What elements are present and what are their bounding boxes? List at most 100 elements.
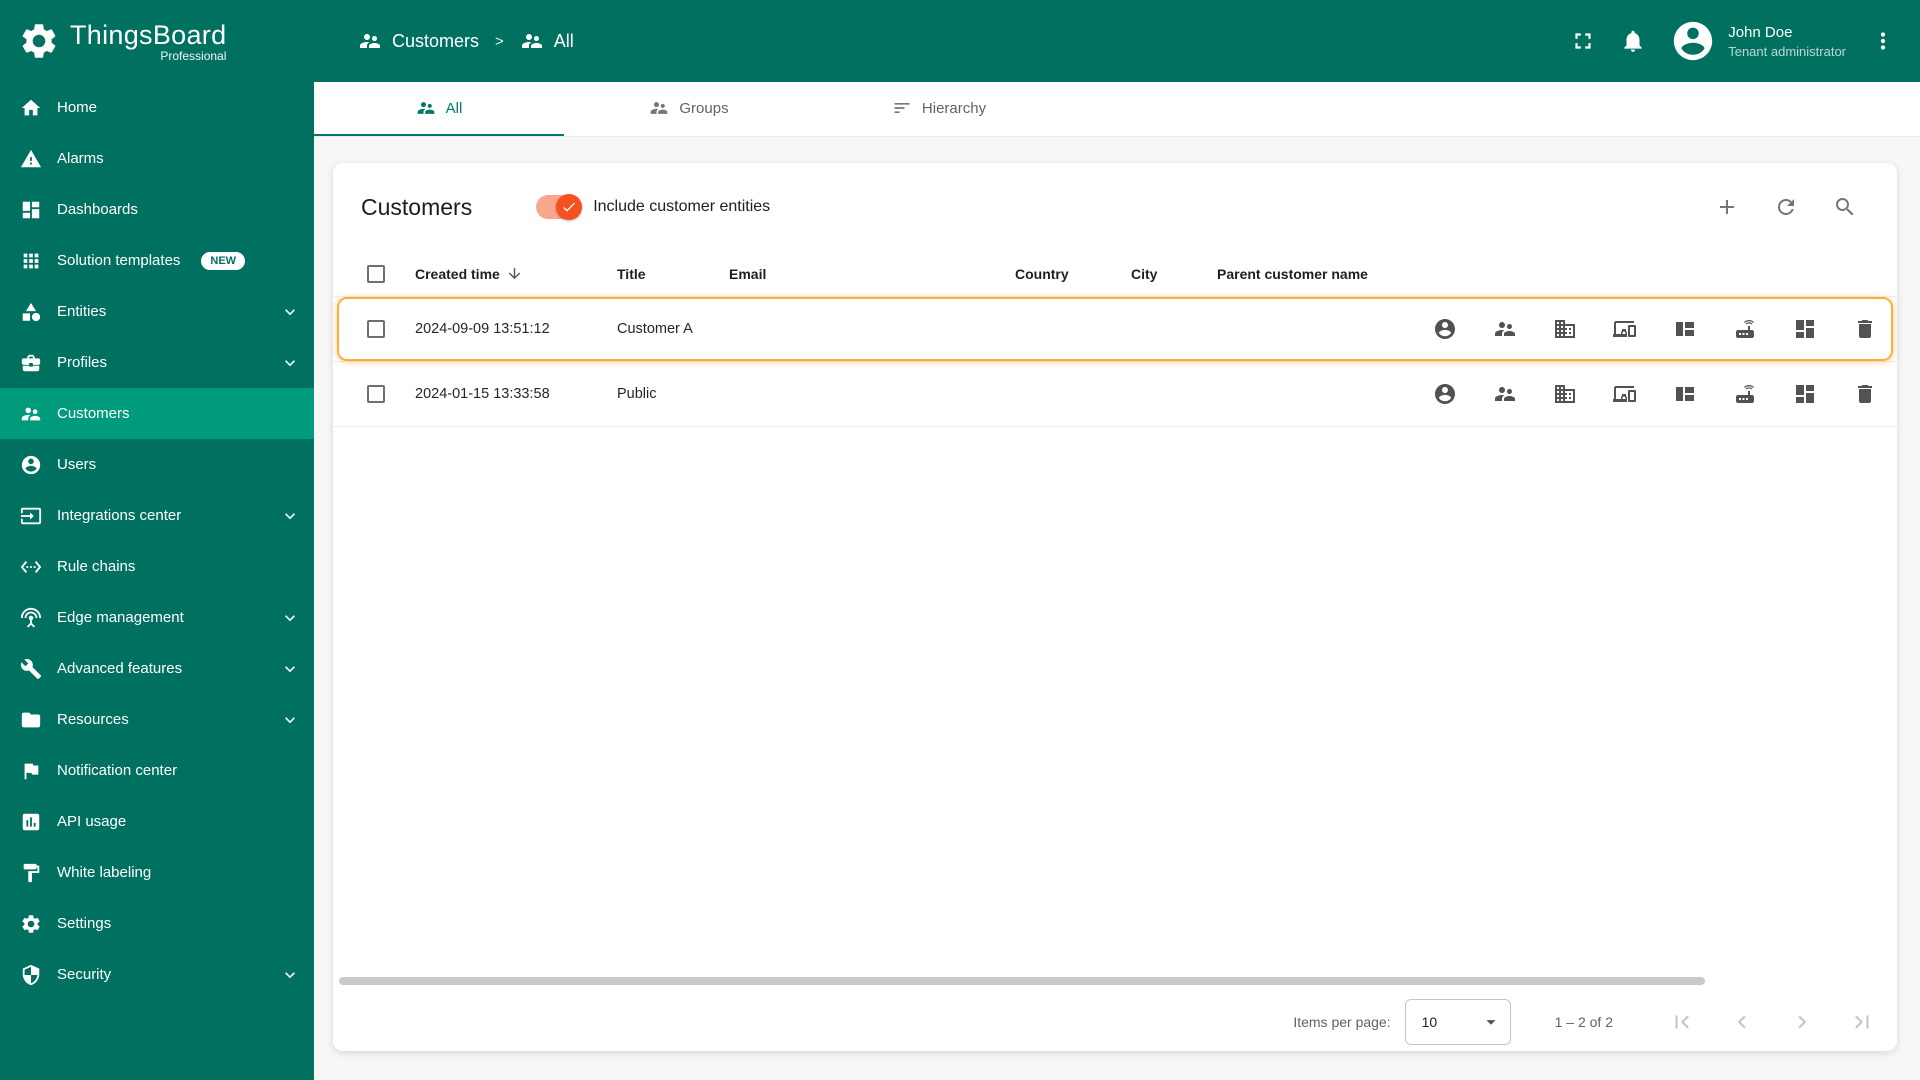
table-row[interactable]: 2024-01-15 13:33:58 Public xyxy=(337,362,1893,426)
manage-customers-icon xyxy=(1495,322,1515,336)
tab-all[interactable]: All xyxy=(314,82,564,136)
sidebar-item-settings[interactable]: Settings xyxy=(0,898,314,949)
tab-label: Hierarchy xyxy=(921,99,987,117)
manage-assets-button[interactable] xyxy=(1553,317,1577,341)
sidebar-item-label: White labeling xyxy=(57,864,152,881)
row-checkbox[interactable] xyxy=(367,385,385,403)
manage-assets-icon xyxy=(1555,320,1575,338)
sidebar-item-api-usage[interactable]: API usage xyxy=(0,796,314,847)
sidebar-item-home[interactable]: Home xyxy=(0,82,314,133)
sidebar-item-users[interactable]: Users xyxy=(0,439,314,490)
previous-page-button[interactable] xyxy=(1729,1009,1755,1035)
add-icon xyxy=(1720,200,1734,214)
cell-created-time: 2024-09-09 13:51:12 xyxy=(415,321,550,337)
sidebar-item-resources[interactable]: Resources xyxy=(0,694,314,745)
manage-edges-icon xyxy=(1736,385,1754,403)
manage-users-button[interactable] xyxy=(1433,317,1457,341)
sidebar-item-label: Customers xyxy=(57,405,130,422)
chevron-down-icon xyxy=(285,512,295,519)
manage-assets-button[interactable] xyxy=(1553,382,1577,406)
manage-dashboards-icon xyxy=(1796,385,1814,403)
manage-users-button[interactable] xyxy=(1433,382,1457,406)
sidebar-item-entities[interactable]: Entities xyxy=(0,286,314,337)
fullscreen-button[interactable] xyxy=(1570,28,1596,54)
horizontal-scrollbar xyxy=(339,977,1891,985)
notifications-button[interactable] xyxy=(1620,28,1646,54)
page-content: Customers Include customer entities Crea… xyxy=(314,137,1920,1080)
first-page-button[interactable] xyxy=(1669,1009,1695,1035)
tab-label: Groups xyxy=(679,99,729,117)
customers-table-card: Customers Include customer entities Crea… xyxy=(333,163,1897,1051)
manage-customers-button[interactable] xyxy=(1493,317,1517,341)
sidebar-item-edge-management[interactable]: Edge management xyxy=(0,592,314,643)
column-header-country[interactable]: Country xyxy=(1003,266,1119,282)
manage-edges-button[interactable] xyxy=(1733,317,1757,341)
profiles-icon xyxy=(21,354,41,371)
column-header-email[interactable]: Email xyxy=(717,266,1003,282)
manage-dashboards-button[interactable] xyxy=(1793,382,1817,406)
column-header-parent-customer-name[interactable]: Parent customer name xyxy=(1205,266,1421,282)
manage-entity-views-button[interactable] xyxy=(1673,382,1697,406)
topbar: Customers > All John Doe Tenant administ… xyxy=(314,0,1920,82)
sidebar-item-alarms[interactable]: Alarms xyxy=(0,133,314,184)
solution-templates-icon xyxy=(23,253,39,268)
sidebar-item-white-labeling[interactable]: White labeling xyxy=(0,847,314,898)
sidebar-item-label: Rule chains xyxy=(57,558,136,575)
sidebar-item-integrations-center[interactable]: Integrations center xyxy=(0,490,314,541)
delete-button[interactable] xyxy=(1853,382,1877,406)
user-name: John Doe xyxy=(1728,23,1793,41)
customers-icon xyxy=(21,407,41,420)
fullscreen-icon xyxy=(1575,33,1591,49)
sidebar: ThingsBoard Professional Home Alarms Das… xyxy=(0,0,314,1080)
refresh-button[interactable] xyxy=(1774,195,1798,219)
brand-name: ThingsBoard xyxy=(70,19,227,50)
delete-button[interactable] xyxy=(1853,317,1877,341)
group-icon xyxy=(417,102,434,114)
resources-icon xyxy=(21,712,41,727)
items-per-page-select[interactable]: 10 xyxy=(1404,999,1511,1045)
manage-dashboards-button[interactable] xyxy=(1793,317,1817,341)
more-menu-button[interactable] xyxy=(1870,28,1896,54)
sidebar-item-label: Advanced features xyxy=(57,660,183,677)
refresh-icon xyxy=(1778,199,1794,215)
sidebar-item-rule-chains[interactable]: Rule chains xyxy=(0,541,314,592)
sidebar-item-label: Security xyxy=(57,966,112,983)
breadcrumb-all[interactable]: All xyxy=(520,29,574,53)
tab-hierarchy[interactable]: Hierarchy xyxy=(814,82,1064,136)
chevron-down-icon xyxy=(285,665,295,672)
manage-devices-button[interactable] xyxy=(1613,382,1637,406)
sort-desc-icon xyxy=(508,267,520,280)
table-row[interactable]: 2024-09-09 13:51:12 Customer A xyxy=(337,297,1893,361)
column-header-city[interactable]: City xyxy=(1119,266,1205,282)
search-button[interactable] xyxy=(1833,195,1857,219)
column-header-created-time[interactable]: Created time xyxy=(403,265,605,282)
users-icon xyxy=(21,455,41,474)
column-header-title[interactable]: Title xyxy=(605,266,717,282)
manage-entity-views-button[interactable] xyxy=(1673,317,1697,341)
manage-edges-button[interactable] xyxy=(1733,382,1757,406)
sidebar-item-solution-templates[interactable]: Solution templates NEW xyxy=(0,235,314,286)
next-page-button[interactable] xyxy=(1789,1009,1815,1035)
sidebar-item-dashboards[interactable]: Dashboards xyxy=(0,184,314,235)
sidebar-item-label: API usage xyxy=(57,813,127,830)
sidebar-item-advanced-features[interactable]: Advanced features xyxy=(0,643,314,694)
chevron-down-icon xyxy=(285,971,295,978)
manage-edges-icon xyxy=(1736,320,1754,338)
sidebar-item-customers[interactable]: Customers xyxy=(0,388,314,439)
breadcrumb-customers[interactable]: Customers xyxy=(358,29,479,53)
manage-customers-button[interactable] xyxy=(1493,382,1517,406)
add-customer-button[interactable] xyxy=(1715,195,1739,219)
include-customer-entities-toggle[interactable] xyxy=(536,194,583,220)
user-menu[interactable]: John Doe Tenant administrator xyxy=(1670,18,1846,64)
sidebar-item-profiles[interactable]: Profiles xyxy=(0,337,314,388)
tab-groups[interactable]: Groups xyxy=(564,82,814,136)
thingsboard-logo[interactable]: ThingsBoard Professional xyxy=(0,0,314,82)
select-all-checkbox[interactable] xyxy=(367,264,385,283)
sidebar-item-notification-center[interactable]: Notification center xyxy=(0,745,314,796)
horizontal-scrollbar-thumb[interactable] xyxy=(339,977,1705,985)
app-root: ThingsBoard Professional Home Alarms Das… xyxy=(0,0,1920,1080)
last-page-button[interactable] xyxy=(1849,1009,1875,1035)
sidebar-item-security[interactable]: Security xyxy=(0,949,314,1000)
row-checkbox[interactable] xyxy=(367,320,385,338)
manage-devices-button[interactable] xyxy=(1613,317,1637,341)
